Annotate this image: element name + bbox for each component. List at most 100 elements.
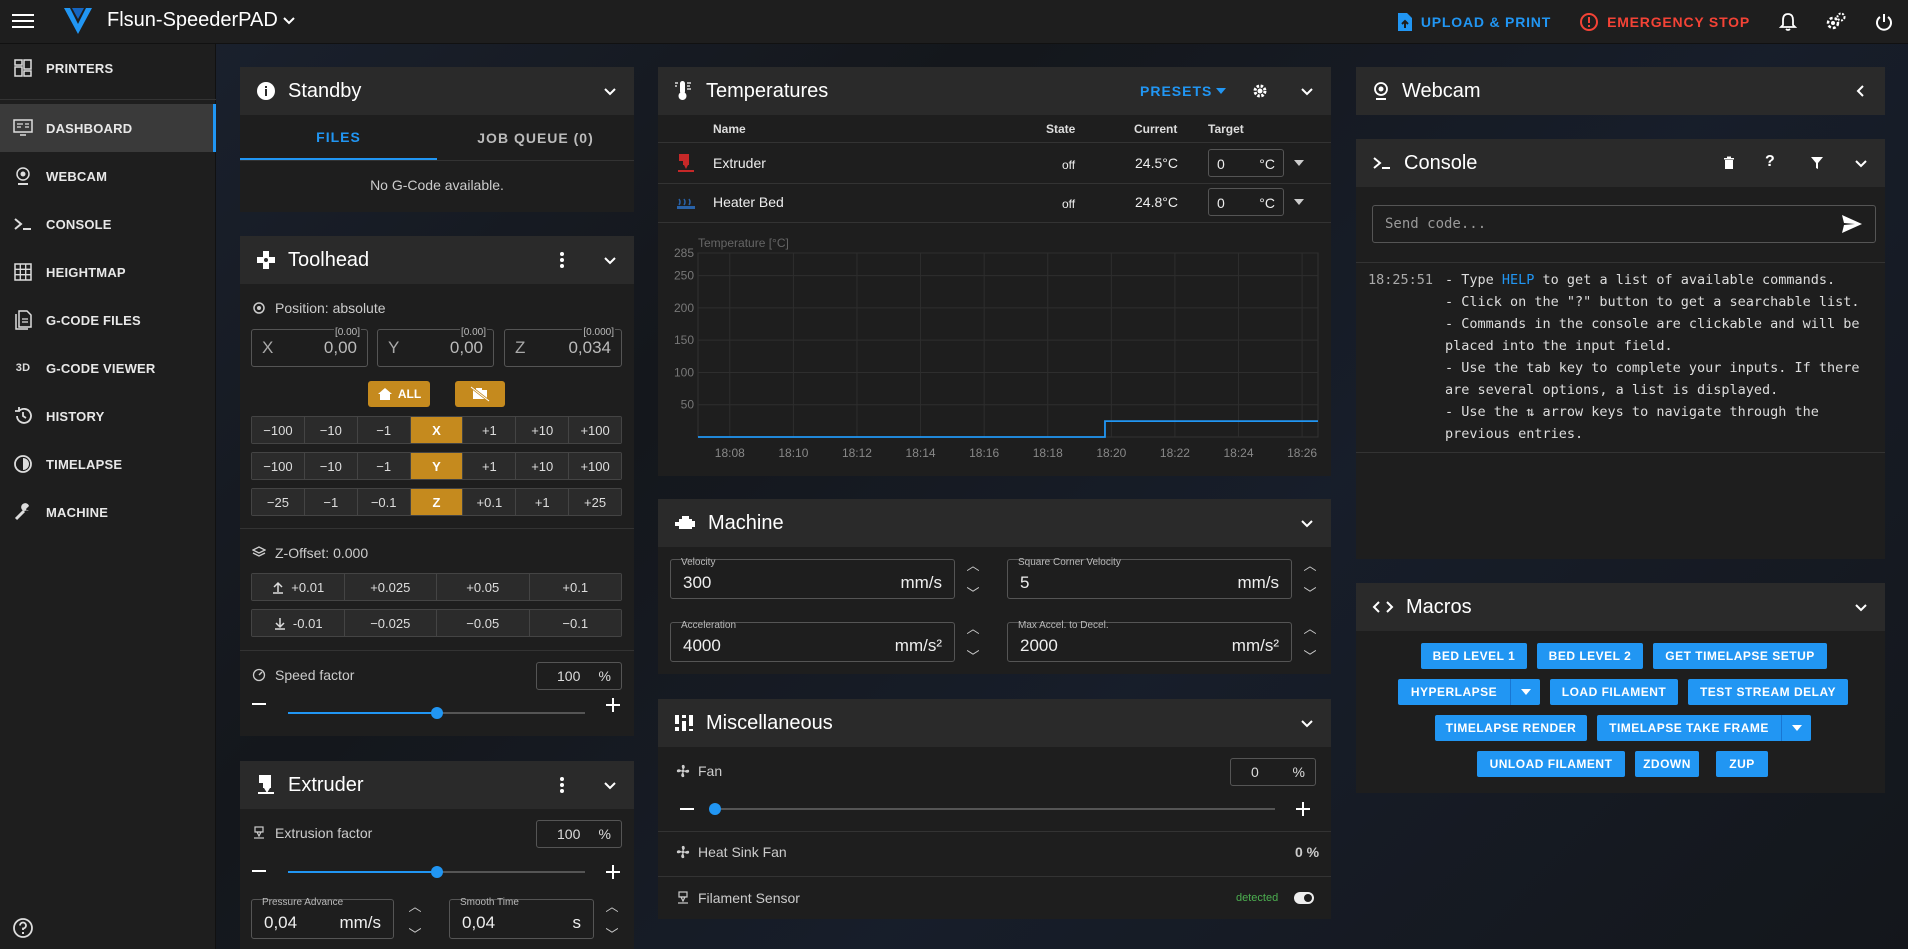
zoffset-up-button[interactable]: +0.05 [437,574,530,600]
chevron-down-icon[interactable] [1297,513,1317,533]
jog-button[interactable]: −10 [304,417,358,443]
macro-bed-level-1-button[interactable]: BED LEVEL 1 [1421,643,1527,669]
jog-button[interactable]: −25 [252,489,305,515]
chevron-down-icon[interactable] [1297,713,1317,733]
menu-icon[interactable] [12,10,34,32]
chevron-down-icon[interactable] [600,250,620,270]
acceleration-decrease[interactable]: ﹀ [963,646,983,665]
menu-down-icon[interactable] [1294,199,1304,205]
minus-icon[interactable] [680,808,694,810]
square-corner-velocity-increase[interactable]: ︿ [1300,555,1320,574]
smooth-time-decrease[interactable]: ﹀ [602,924,622,943]
fan-speed-slider[interactable] [715,808,1275,810]
jog-button[interactable]: +100 [569,417,622,443]
dots-vertical-icon[interactable] [552,250,572,270]
sidebar-item-machine[interactable]: MACHINE [0,488,216,536]
settings-button[interactable] [1812,0,1860,44]
send-icon[interactable] [1841,214,1863,234]
jog-button[interactable]: +10 [516,417,570,443]
sidebar-item-webcam[interactable]: WEBCAM [0,152,216,200]
zoffset-down-button[interactable]: −0.1 [529,610,621,636]
chevron-down-icon[interactable] [1851,153,1871,173]
pressure-advance-decrease[interactable]: ﹀ [405,924,425,943]
jog-button[interactable]: +0.1 [463,489,517,515]
sidebar-item-history[interactable]: HISTORY [0,392,216,440]
delete-icon[interactable] [1722,156,1736,170]
jog-button[interactable]: +1 [463,417,517,443]
zoffset-up-button[interactable]: +0.01 [252,574,345,600]
console-command-input[interactable]: Send code... [1372,205,1876,243]
macro-timelapse-render-button[interactable]: TIMELAPSE RENDER [1435,715,1587,741]
home-y-button[interactable]: Y [410,453,464,479]
acceleration-field[interactable]: Acceleration 4000 mm/s² [670,620,955,662]
chevron-down-icon[interactable] [1297,81,1317,101]
zoffset-down-button[interactable]: −0.025 [344,610,437,636]
macro-get-timelapse-setup-button[interactable]: GET TIMELAPSE SETUP [1653,643,1827,669]
fan-speed-input[interactable]: 0 % [1230,758,1316,786]
motors-off-button[interactable] [455,381,505,407]
chevron-down-icon[interactable] [600,81,620,101]
home-z-button[interactable]: Z [410,489,464,515]
jog-button[interactable]: −100 [252,453,305,479]
macro-timelapse-take-frame-options[interactable] [1781,715,1811,741]
chevron-left-icon[interactable] [1851,81,1871,101]
x-position-field[interactable]: X 0,00 [0.00] [251,327,368,367]
chevron-down-icon[interactable] [600,775,620,795]
pressure-advance-field[interactable]: Pressure Advance 0,04 mm/s [251,897,394,939]
z-position-field[interactable]: Z 0,034 [0.000] [504,327,622,367]
speed-factor-slider-thumb[interactable] [430,707,443,719]
tab-files[interactable]: FILES [240,115,437,160]
sidebar-item-timelapse[interactable]: TIMELAPSE [0,440,216,488]
velocity-field[interactable]: Velocity 300 mm/s [670,557,955,599]
jog-button[interactable]: +25 [569,489,622,515]
help-circle-icon[interactable] [12,917,34,939]
console-help-keyword[interactable]: HELP [1502,272,1535,288]
sidebar-item-printers[interactable]: PRINTERS [0,44,216,92]
square-corner-velocity-decrease[interactable]: ﹀ [1300,583,1320,602]
power-button[interactable] [1860,0,1908,44]
jog-button[interactable]: −1 [357,453,411,479]
notifications-button[interactable] [1764,0,1812,44]
upload-print-button[interactable]: UPLOAD & PRINT [1383,0,1565,44]
smooth-time-increase[interactable]: ︿ [602,896,622,915]
printer-title[interactable]: Flsun-SpeederPAD [107,9,278,32]
sidebar-item-dashboard[interactable]: DASHBOARD [0,104,216,152]
jog-button[interactable]: −1 [304,489,358,515]
macro-hyperlapse-button[interactable]: HYPERLAPSE [1398,679,1510,705]
max-accel-to-decel-decrease[interactable]: ﹀ [1300,646,1320,665]
home-x-button[interactable]: X [410,417,464,443]
sidebar-item-heightmap[interactable]: HEIGHTMAP [0,248,216,296]
console-message-line[interactable]: - Type HELP to get a list of available c… [1445,272,1835,288]
fan-speed-slider-thumb[interactable] [709,803,721,815]
max-accel-to-decel-field[interactable]: Max Accel. to Decel. 2000 mm/s² [1007,620,1292,662]
home-all-button[interactable]: ALL [368,381,430,407]
macro-test-stream-delay-button[interactable]: TEST STREAM DELAY [1688,679,1848,705]
heater-bed-icon[interactable] [676,197,696,211]
emergency-stop-button[interactable]: EMERGENCY STOP [1565,0,1764,44]
help-question-icon[interactable]: ? [1765,153,1775,171]
heater-name[interactable]: Heater Bed [713,194,784,210]
filter-icon[interactable] [1810,156,1824,170]
velocity-decrease[interactable]: ﹀ [963,583,983,602]
zoffset-up-button[interactable]: +0.025 [344,574,437,600]
jog-button[interactable]: −0.1 [357,489,411,515]
speed-factor-input[interactable]: 100 % [536,662,622,690]
minus-icon[interactable] [252,870,266,872]
smooth-time-field[interactable]: Smooth Time 0,04 s [449,897,594,939]
square-corner-velocity-field[interactable]: Square Corner Velocity 5 mm/s [1007,557,1292,599]
macro-bed-level-2-button[interactable]: BED LEVEL 2 [1537,643,1643,669]
tab-job-queue[interactable]: JOB QUEUE (0) [437,115,634,160]
sidebar-item-console[interactable]: CONSOLE [0,200,216,248]
max-accel-to-decel-increase[interactable]: ︿ [1300,618,1320,637]
jog-button[interactable]: −10 [304,453,358,479]
heater-bed-target-input[interactable]: 0 °C [1208,188,1284,216]
jog-button[interactable]: +100 [569,453,622,479]
menu-down-icon[interactable] [1294,160,1304,166]
macro-zup-button[interactable]: ZUP [1716,751,1768,777]
zoffset-down-button[interactable]: -0.01 [252,610,345,636]
sidebar-item-gcode-files[interactable]: G-CODE FILES [0,296,216,344]
macro-unload-filament-button[interactable]: UNLOAD FILAMENT [1477,751,1625,777]
zoffset-up-button[interactable]: +0.1 [529,574,621,600]
velocity-increase[interactable]: ︿ [963,555,983,574]
filament-sensor-toggle[interactable] [1294,892,1314,904]
